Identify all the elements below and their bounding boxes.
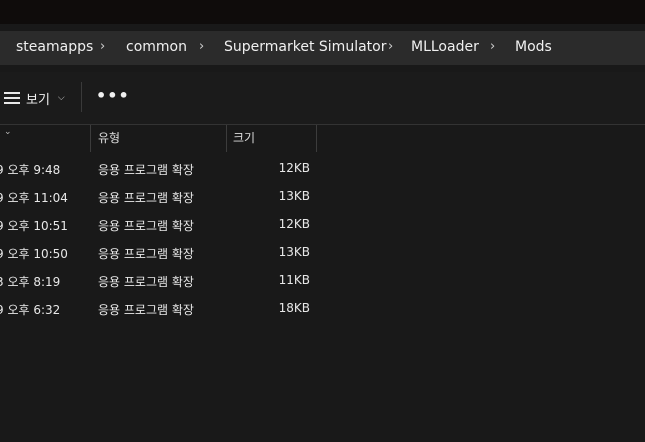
column-header-type[interactable]: 유형: [98, 125, 226, 151]
breadcrumb-item-supermarket-simulator[interactable]: Supermarket Simulator: [224, 39, 386, 55]
view-button[interactable]: 보기 ⌵: [4, 88, 65, 108]
file-row[interactable]: 9 오후 11:04 응용 프로그램 확장 13KB: [0, 183, 645, 211]
type-cell: 응용 프로그램 확장: [98, 247, 194, 261]
column-header-date-modified[interactable]: ⌄: [0, 125, 90, 151]
more-options-button[interactable]: •••: [96, 86, 130, 105]
sort-chevron-icon: ⌄: [4, 127, 12, 137]
breadcrumb-item-steamapps[interactable]: steamapps: [16, 39, 93, 55]
view-button-label: 보기: [26, 92, 50, 108]
breadcrumb-item-common[interactable]: common: [126, 39, 187, 55]
type-cell: 응용 프로그램 확장: [98, 303, 194, 317]
list-view-icon: [4, 92, 20, 104]
file-row[interactable]: 9 오후 9:48 응용 프로그램 확장 12KB: [0, 155, 645, 183]
chevron-right-icon[interactable]: ›: [490, 39, 495, 54]
file-row[interactable]: 3 오후 8:19 응용 프로그램 확장 11KB: [0, 267, 645, 295]
date-modified-cell: 9 오후 10:50: [0, 247, 68, 261]
date-modified-cell: 9 오후 6:32: [0, 303, 61, 317]
file-row[interactable]: 9 오후 10:50 응용 프로그램 확장 13KB: [0, 239, 645, 267]
title-bar-strip: [0, 0, 645, 24]
column-divider[interactable]: [226, 125, 227, 152]
size-cell: 12KB: [278, 217, 310, 231]
file-row[interactable]: 9 오후 10:51 응용 프로그램 확장 12KB: [0, 211, 645, 239]
column-header-row: ⌄ 유형 크기: [0, 125, 645, 152]
size-cell: 18KB: [278, 301, 310, 315]
type-cell: 응용 프로그램 확장: [98, 275, 194, 289]
command-bar: 보기 ⌵ •••: [0, 72, 645, 125]
size-cell: 12KB: [278, 161, 310, 175]
breadcrumb-item-mlloader[interactable]: MLLoader: [411, 39, 479, 55]
column-header-size[interactable]: 크기: [233, 125, 315, 151]
type-cell: 응용 프로그램 확장: [98, 191, 194, 205]
date-modified-cell: 9 오후 11:04: [0, 191, 68, 205]
address-bar[interactable]: steamapps › common › Supermarket Simulat…: [0, 31, 645, 65]
file-row[interactable]: 9 오후 6:32 응용 프로그램 확장 18KB: [0, 295, 645, 323]
size-cell: 11KB: [278, 273, 310, 287]
chevron-right-icon[interactable]: ›: [199, 39, 204, 54]
type-cell: 응용 프로그램 확장: [98, 163, 194, 177]
date-modified-cell: 9 오후 10:51: [0, 219, 68, 233]
type-cell: 응용 프로그램 확장: [98, 219, 194, 233]
size-cell: 13KB: [278, 245, 310, 259]
date-modified-cell: 3 오후 8:19: [0, 275, 61, 289]
chevron-down-icon: ⌵: [57, 93, 65, 103]
column-divider[interactable]: [90, 125, 91, 152]
size-cell: 13KB: [278, 189, 310, 203]
date-modified-cell: 9 오후 9:48: [0, 163, 61, 177]
breadcrumb-item-mods[interactable]: Mods: [515, 39, 552, 55]
toolbar-divider: [81, 82, 82, 112]
chevron-right-icon[interactable]: ›: [388, 39, 393, 54]
column-divider[interactable]: [316, 125, 317, 152]
chevron-right-icon[interactable]: ›: [100, 39, 105, 54]
